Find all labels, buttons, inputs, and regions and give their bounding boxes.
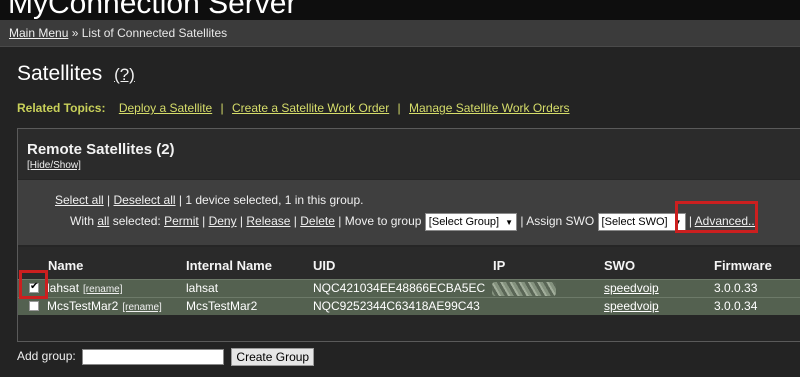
with-suffix: selected: (112, 214, 161, 229)
toolbar-separator: | (688, 214, 692, 229)
remote-satellites-panel: Remote Satellites (2) [Hide/Show] Select… (17, 128, 800, 342)
select-all-link[interactable]: Select all (55, 193, 104, 207)
satellite-name: lahsat [rename] (47, 281, 123, 295)
table-header: Name Internal Name UID IP SWO Firmware (18, 247, 800, 279)
group-select[interactable]: [Select Group] ▼ (424, 213, 518, 231)
satellite-name: McsTestMar2 [rename] (47, 299, 162, 313)
with-all-link[interactable]: all (97, 214, 109, 228)
with-prefix: With (70, 214, 94, 229)
ip-redacted (492, 282, 556, 296)
toolbar-separator: | (239, 214, 244, 229)
breadcrumb-current: List of Connected Satellites (81, 26, 228, 40)
table-row: lahsat[rename] lahsat NQC421034EE48866EC… (18, 279, 800, 297)
firmware: 3.0.0.33 (714, 281, 758, 295)
swo-select[interactable]: [Select SWO] ▼ (597, 213, 686, 231)
internal-name: McsTestMar2 (186, 299, 258, 313)
deny-link[interactable]: Deny (209, 214, 237, 228)
related-separator: | (220, 101, 224, 115)
assign-swo-label: Assign SWO (526, 214, 595, 229)
deselect-all-link[interactable]: Deselect all (114, 193, 176, 207)
advanced-link[interactable]: Advanced... (695, 214, 758, 228)
breadcrumb-main-menu-link[interactable]: Main Menu (9, 26, 68, 40)
actions-line: With all selected: Permit | Deny | Relea… (70, 213, 758, 231)
app-title: MyConnection Server (8, 0, 297, 20)
firmware: 3.0.0.34 (714, 299, 758, 313)
selection-line: Select all | Deselect all | 1 device sel… (55, 193, 363, 207)
add-group-label: Add group: (17, 349, 76, 364)
create-work-order-link[interactable]: Create a Satellite Work Order (232, 101, 389, 115)
toolbar-separator: | (338, 214, 342, 229)
related-separator: | (397, 101, 401, 115)
rename-link[interactable]: [rename] (122, 302, 161, 313)
toolbar-separator: | (202, 214, 206, 229)
col-uid-header: UID (313, 258, 336, 273)
panel-header: Remote Satellites (2) [Hide/Show] (18, 129, 800, 179)
swo-link[interactable]: speedvoip (604, 281, 659, 295)
chevron-down-icon: ▼ (673, 218, 682, 227)
release-link[interactable]: Release (246, 214, 290, 228)
deploy-satellite-link[interactable]: Deploy a Satellite (119, 101, 212, 115)
uid: NQC421034EE48866ECBA5EC (313, 281, 486, 295)
create-group-button[interactable]: Create Group (231, 348, 315, 366)
uid: NQC9252344C63418AE99C43 (313, 299, 480, 313)
toolbar-separator: | (107, 193, 111, 207)
col-name-header: Name (48, 258, 84, 273)
col-internal-name-header: Internal Name (186, 258, 272, 273)
bulk-actions-toolbar: Select all | Deselect all | 1 device sel… (18, 180, 800, 245)
breadcrumb: Main Menu » List of Connected Satellites (0, 20, 800, 47)
selection-status: 1 device selected, 1 in this group. (185, 193, 364, 207)
help-link[interactable]: (?) (114, 65, 135, 84)
satellite-name-text: McsTestMar2 (47, 299, 119, 313)
satellite-name-text: lahsat (47, 281, 80, 295)
swo-select-value: [Select SWO] (601, 216, 668, 228)
rename-link[interactable]: [rename] (83, 284, 122, 295)
col-firmware-header: Firmware (714, 258, 772, 273)
col-ip-header: IP (493, 258, 506, 273)
related-topics-label: Related Topics: (17, 101, 106, 115)
swo-link[interactable]: speedvoip (604, 299, 659, 313)
add-group-input[interactable] (82, 349, 225, 365)
row-checkbox[interactable] (29, 301, 39, 311)
page-title-block: Satellites (?) (17, 62, 135, 86)
table-row: McsTestMar2 [rename] McsTestMar2 NQC92523… (18, 297, 800, 315)
manage-work-orders-link[interactable]: Manage Satellite Work Orders (409, 101, 570, 115)
add-group-form: Add group: Create Group (17, 348, 315, 366)
group-select-value: [Select Group] (428, 216, 500, 228)
col-swo-header: SWO (604, 258, 636, 273)
page-title: Satellites (17, 62, 103, 85)
chevron-down-icon: ▼ (505, 218, 514, 227)
panel-title: Remote Satellites (2) (27, 141, 175, 158)
row-checkbox[interactable] (29, 281, 39, 293)
toolbar-separator: | (178, 193, 183, 207)
move-to-group-label: Move to group (344, 214, 422, 229)
permit-link[interactable]: Permit (164, 214, 199, 228)
related-topics: Related Topics: Deploy a Satellite | Cre… (17, 101, 570, 115)
breadcrumb-separator: » (71, 26, 79, 40)
delete-link[interactable]: Delete (300, 214, 335, 228)
internal-name: lahsat (186, 281, 219, 295)
toolbar-separator: | (520, 214, 524, 229)
app-header: MyConnection Server (0, 0, 800, 20)
toolbar-separator: | (293, 214, 297, 229)
hide-show-link[interactable]: [Hide/Show] (27, 160, 81, 171)
